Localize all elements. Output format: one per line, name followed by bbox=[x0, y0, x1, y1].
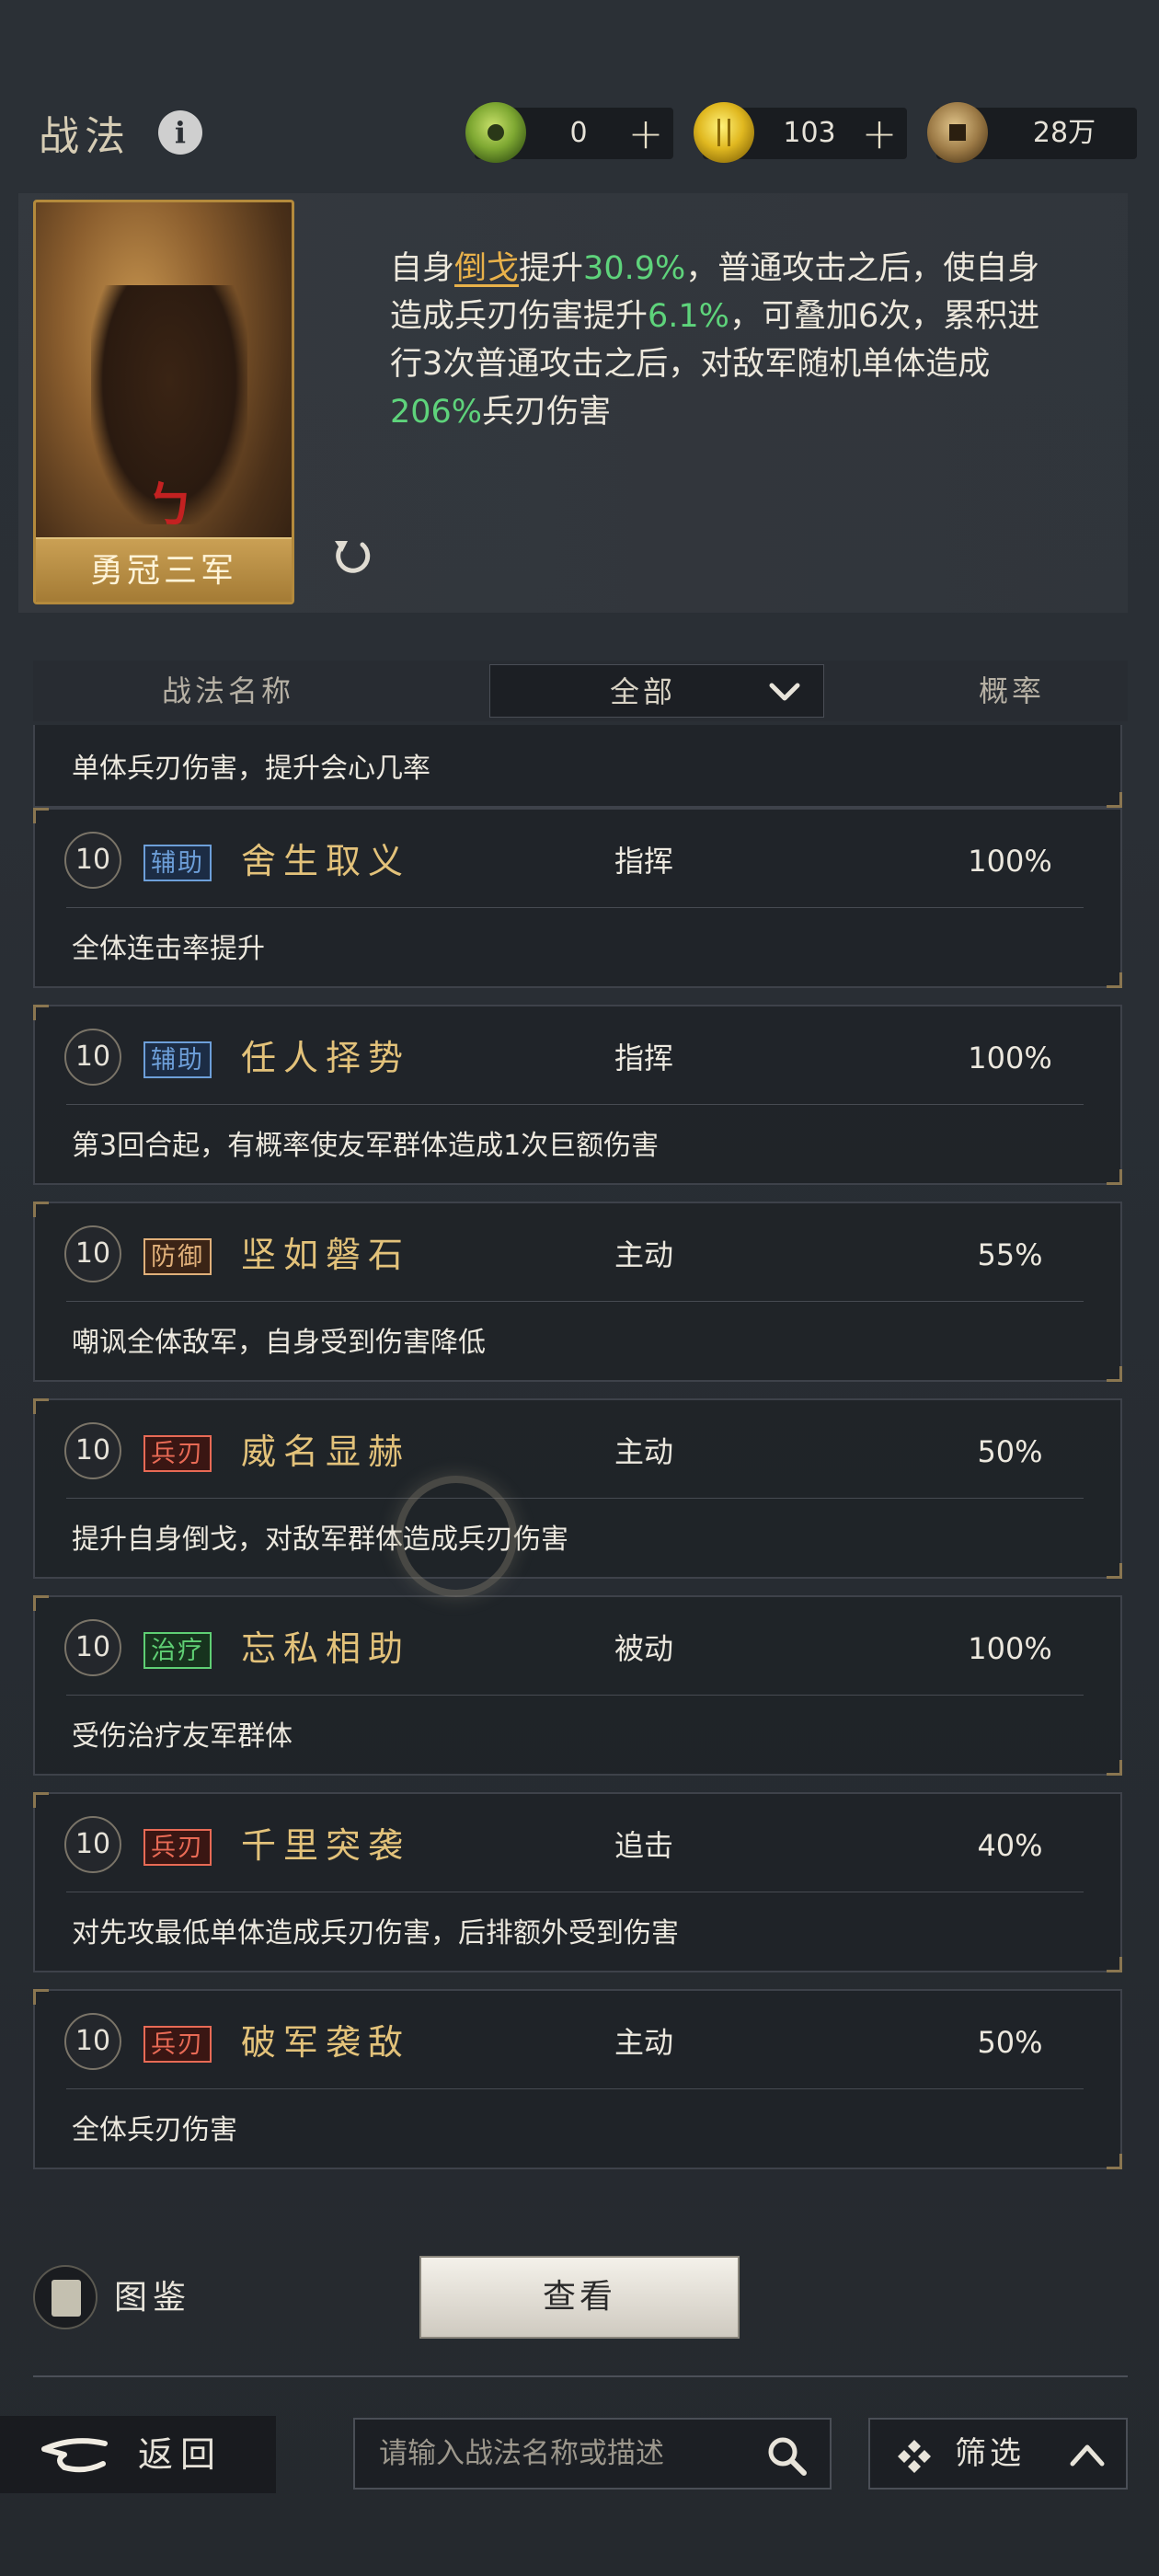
card-emblem-icon: ㄅ bbox=[146, 478, 195, 534]
skill-rate: 100% bbox=[968, 844, 1052, 879]
skill-note: 单体兵刃伤害，提升会心几率 bbox=[72, 753, 430, 785]
desc-keyword-link[interactable]: 倒戈 bbox=[454, 250, 519, 287]
atlas-button-label[interactable]: 图鉴 bbox=[114, 2271, 191, 2326]
list-item[interactable]: 10 兵刃 破军袭敌 主动 50% 全体兵刃伤害 bbox=[33, 1989, 1122, 2169]
list-item[interactable]: 10 兵刃 千里突袭 追击 40% 对先攻最低单体造成兵刃伤害，后排额外受到伤害 bbox=[33, 1792, 1122, 1972]
skill-level: 10 bbox=[64, 1619, 121, 1676]
add-gold-button[interactable]: + bbox=[859, 108, 900, 159]
skill-category-tag: 治疗 bbox=[143, 1632, 212, 1669]
back-button[interactable]: 返回 bbox=[0, 2416, 276, 2493]
skill-level: 10 bbox=[64, 1422, 121, 1479]
skill-note: 对先攻最低单体造成兵刃伤害，后排额外受到伤害 bbox=[72, 1917, 679, 1949]
chevron-up-icon bbox=[1070, 2444, 1105, 2467]
row-divider bbox=[66, 1104, 1084, 1105]
skill-rate: 40% bbox=[977, 1828, 1043, 1863]
skill-description: 自身倒戈提升30.9%，普通攻击之后，使自身造成兵刃伤害提升6.1%，可叠加6次… bbox=[390, 250, 1040, 431]
gold-amount: 103 bbox=[783, 117, 836, 149]
skill-name: 破军袭敌 bbox=[241, 2022, 411, 2063]
skill-note: 全体兵刃伤害 bbox=[72, 2114, 237, 2146]
skill-card[interactable]: ㄅ 勇冠三军 bbox=[33, 200, 294, 604]
page-title: 战法 bbox=[39, 113, 131, 160]
skill-category-tag: 兵刃 bbox=[143, 1435, 212, 1472]
list-item[interactable]: 单体兵刃伤害，提升会心几率 bbox=[33, 725, 1122, 808]
copper-amount: 28万 bbox=[1032, 117, 1096, 149]
card-skill-name: 勇冠三军 bbox=[36, 537, 292, 602]
skill-rate: 50% bbox=[977, 2025, 1043, 2060]
view-button[interactable]: 查看 bbox=[419, 2256, 740, 2339]
list-item[interactable]: 10 兵刃 威名显赫 主动 50% 提升自身倒戈，对敌军群体造成兵刃伤害 bbox=[33, 1398, 1122, 1579]
skill-note: 全体连击率提升 bbox=[72, 933, 265, 965]
skill-category-tag: 兵刃 bbox=[143, 1829, 212, 1866]
skill-type: 指挥 bbox=[614, 844, 674, 879]
copper-currency: 28万 bbox=[927, 102, 1137, 163]
skill-rate: 55% bbox=[977, 1237, 1043, 1272]
skill-type: 被动 bbox=[614, 1631, 674, 1666]
skill-list[interactable]: 单体兵刃伤害，提升会心几率 10 辅助 舍生取义 指挥 100% 全体连击率提升… bbox=[33, 725, 1128, 2177]
column-rate: 概率 bbox=[979, 673, 1046, 708]
list-item[interactable]: 10 防御 坚如磐石 主动 55% 嘲讽全体敌军，自身受到伤害降低 bbox=[33, 1202, 1122, 1382]
skill-name: 坚如磐石 bbox=[241, 1235, 411, 1275]
skill-level: 10 bbox=[64, 2013, 121, 2070]
skill-rate: 100% bbox=[968, 1631, 1052, 1666]
jade-amount: 0 bbox=[569, 117, 588, 149]
list-item[interactable]: 10 辅助 任人择势 指挥 100% 第3回合起，有概率使友军群体造成1次巨额伤… bbox=[33, 1005, 1122, 1185]
skill-type: 追击 bbox=[614, 1828, 674, 1863]
gold-coin-icon bbox=[694, 102, 754, 163]
list-item[interactable]: 10 治疗 忘私相助 被动 100% 受伤治疗友军群体 bbox=[33, 1595, 1122, 1776]
back-arrow-icon bbox=[41, 2438, 108, 2473]
search-input[interactable] bbox=[379, 2429, 729, 2478]
search-icon[interactable] bbox=[765, 2434, 808, 2477]
divider bbox=[33, 2375, 1128, 2377]
skill-name: 舍生取义 bbox=[241, 841, 411, 881]
row-divider bbox=[66, 1695, 1084, 1696]
skill-name: 威名显赫 bbox=[241, 1432, 411, 1472]
chevron-down-icon bbox=[769, 683, 800, 701]
skill-type: 主动 bbox=[614, 1237, 674, 1272]
search-field[interactable] bbox=[353, 2418, 832, 2490]
jade-coin-icon bbox=[465, 102, 526, 163]
skill-rate: 100% bbox=[968, 1041, 1052, 1075]
skill-category-tag: 防御 bbox=[143, 1238, 212, 1275]
atlas-icon[interactable] bbox=[33, 2265, 98, 2329]
skill-note: 第3回合起，有概率使友军群体造成1次巨额伤害 bbox=[72, 1130, 660, 1162]
skill-level: 10 bbox=[64, 1029, 121, 1086]
skill-type: 指挥 bbox=[614, 1041, 674, 1075]
skill-note: 受伤治疗友军群体 bbox=[72, 1720, 293, 1753]
filter-value: 全部 bbox=[610, 674, 677, 709]
touch-indicator bbox=[396, 1476, 517, 1597]
column-name: 战法名称 bbox=[162, 673, 295, 708]
row-divider bbox=[66, 1498, 1084, 1499]
skill-level: 10 bbox=[64, 1816, 121, 1873]
list-header: 战法名称 全部 概率 bbox=[33, 661, 1128, 721]
jade-currency: 0 + bbox=[465, 102, 673, 163]
filter-label: 筛选 bbox=[955, 2435, 1025, 2472]
filter-diamond-icon bbox=[898, 2440, 931, 2473]
copper-coin-icon bbox=[927, 102, 988, 163]
add-jade-button[interactable]: + bbox=[625, 108, 666, 159]
back-label: 返回 bbox=[138, 2434, 224, 2475]
skill-name: 千里突袭 bbox=[241, 1825, 411, 1866]
gold-currency: 103 + bbox=[694, 102, 907, 163]
info-icon[interactable]: i bbox=[158, 110, 202, 155]
filter-button[interactable]: 筛选 bbox=[868, 2418, 1128, 2490]
skill-note: 嘲讽全体敌军，自身受到伤害降低 bbox=[72, 1327, 486, 1359]
skill-type: 主动 bbox=[614, 1434, 674, 1469]
type-filter-dropdown[interactable]: 全部 bbox=[489, 664, 824, 718]
skill-category-tag: 兵刃 bbox=[143, 2026, 212, 2063]
skill-name: 忘私相助 bbox=[241, 1628, 411, 1669]
row-divider bbox=[66, 1301, 1084, 1302]
list-item[interactable]: 10 辅助 舍生取义 指挥 100% 全体连击率提升 bbox=[33, 808, 1122, 988]
skill-category-tag: 辅助 bbox=[143, 1041, 212, 1078]
skill-level: 10 bbox=[64, 832, 121, 889]
refresh-icon[interactable] bbox=[327, 532, 375, 580]
skill-level: 10 bbox=[64, 1225, 121, 1282]
skill-category-tag: 辅助 bbox=[143, 845, 212, 881]
skill-rate: 50% bbox=[977, 1434, 1043, 1469]
skill-name: 任人择势 bbox=[241, 1038, 411, 1078]
row-divider bbox=[66, 2088, 1084, 2089]
row-divider bbox=[66, 907, 1084, 908]
skill-type: 主动 bbox=[614, 2025, 674, 2060]
